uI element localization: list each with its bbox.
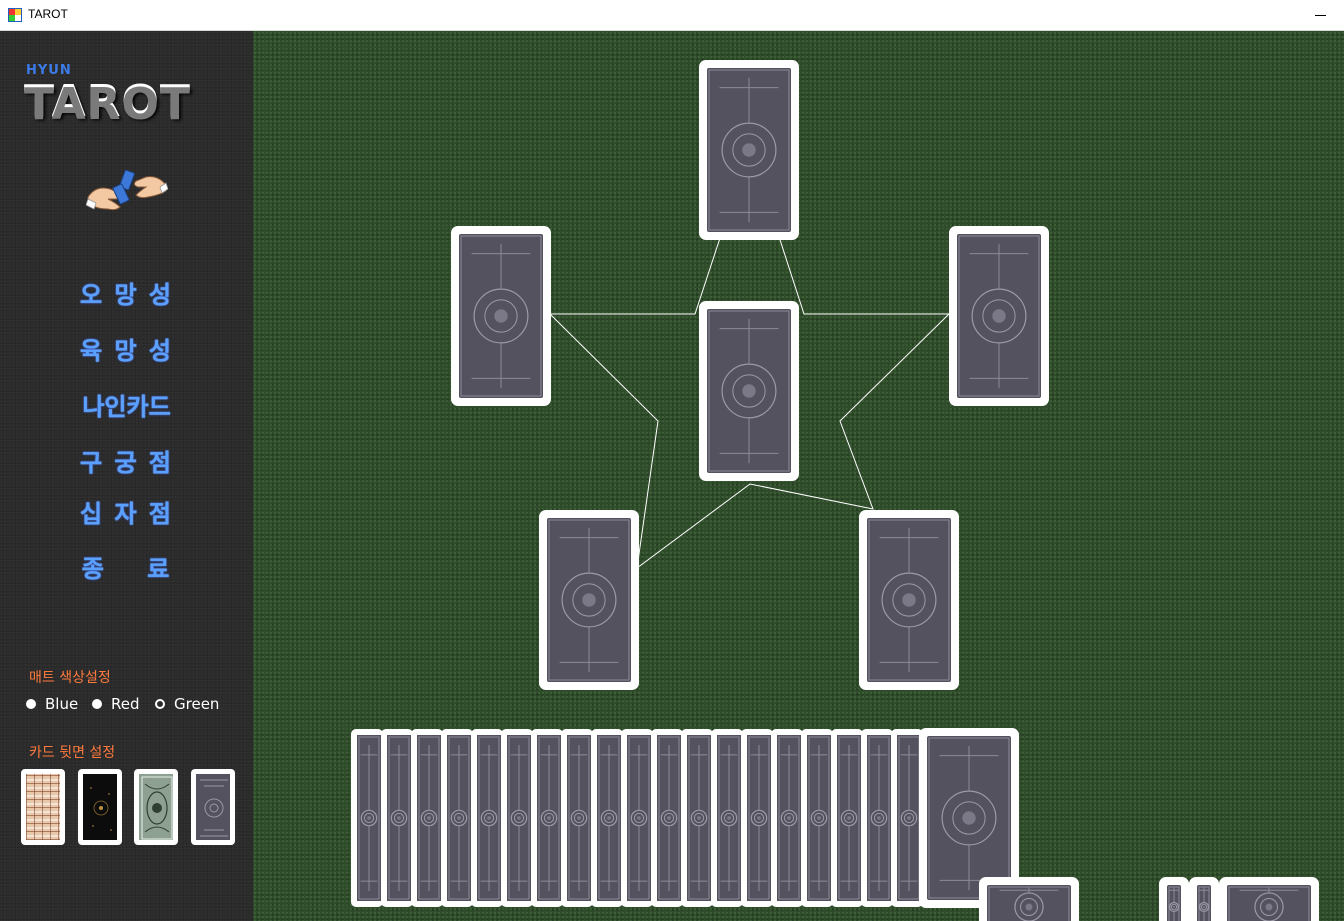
spread-card-bottom-right[interactable]	[859, 510, 959, 690]
card-back-pattern	[777, 735, 801, 901]
card-back-pattern	[1167, 885, 1181, 921]
card-back-pattern	[837, 735, 861, 901]
ornate-pattern-icon	[200, 779, 228, 837]
deck-card[interactable]	[621, 729, 653, 907]
radio-dot-selected	[155, 699, 165, 709]
star-pattern-icon	[90, 787, 112, 831]
partial-card[interactable]	[1219, 877, 1319, 921]
deck-card[interactable]	[651, 729, 683, 907]
deck-card[interactable]	[561, 729, 593, 907]
card-back-pattern	[927, 736, 1011, 900]
card-back-pattern	[1197, 885, 1211, 921]
spread-card-left[interactable]	[451, 226, 551, 406]
minimize-icon	[1315, 15, 1326, 16]
deck-card[interactable]	[741, 729, 773, 907]
partial-card[interactable]	[1189, 877, 1219, 921]
logo-subtitle: HYUN	[26, 63, 72, 78]
card-back-pattern	[707, 309, 791, 473]
deck-card[interactable]	[831, 729, 863, 907]
minimize-button[interactable]	[1298, 0, 1344, 31]
card-back-green-ornate[interactable]	[134, 769, 178, 845]
card-back-pattern	[707, 68, 791, 232]
deck-card[interactable]	[411, 729, 443, 907]
spread-card-bottom-left[interactable]	[539, 510, 639, 690]
menu-nine-palace[interactable]: 구 궁 점	[0, 443, 253, 478]
card-back-plaid[interactable]	[21, 769, 65, 845]
card-back-pattern	[717, 735, 741, 901]
radio-label: Green	[174, 695, 220, 713]
card-back-pattern	[417, 735, 441, 901]
menu-cross[interactable]: 십 자 점	[0, 494, 253, 529]
card-back-pattern	[627, 735, 651, 901]
deck-card[interactable]	[351, 729, 383, 907]
card-back-pattern	[447, 735, 471, 901]
deck-card[interactable]	[861, 729, 893, 907]
menu-pentagram[interactable]: 오 망 성	[0, 275, 253, 310]
deck-card[interactable]	[801, 729, 833, 907]
card-back-pattern	[987, 885, 1071, 921]
card-hands-icon	[86, 169, 168, 211]
spread-card-center[interactable]	[699, 301, 799, 481]
radio-dot	[26, 699, 36, 709]
card-back-pattern	[567, 735, 591, 901]
tarot-mat	[253, 31, 1344, 921]
card-back-pattern	[687, 735, 711, 901]
ornate-pattern-icon	[141, 776, 173, 840]
deck-card[interactable]	[501, 729, 533, 907]
mat-color-label: 매트 색상설정	[29, 670, 111, 686]
menu-hexagram[interactable]: 육 망 성	[0, 331, 253, 366]
card-back-pattern	[477, 735, 501, 901]
card-back-pattern	[897, 735, 921, 901]
card-back-pattern	[867, 518, 951, 682]
radio-dot	[92, 699, 102, 709]
partial-card[interactable]	[1159, 877, 1189, 921]
deck-card[interactable]	[471, 729, 503, 907]
deck-card[interactable]	[381, 729, 413, 907]
card-back-pattern	[807, 735, 831, 901]
deck-card[interactable]	[711, 729, 743, 907]
window-title-bar: TAROT	[0, 0, 1344, 31]
card-back-pattern	[387, 735, 411, 901]
card-back-pattern	[537, 735, 561, 901]
card-back-pattern	[1227, 885, 1311, 921]
radio-label: Red	[111, 695, 140, 713]
card-back-pattern	[867, 735, 891, 901]
deck-card[interactable]	[531, 729, 563, 907]
card-back-black[interactable]	[78, 769, 122, 845]
card-back-gray-ornate[interactable]	[191, 769, 235, 845]
deck-card[interactable]	[771, 729, 803, 907]
card-back-pattern	[657, 735, 681, 901]
radio-label: Blue	[45, 695, 79, 713]
window-title: TAROT	[28, 7, 68, 21]
card-back-pattern	[957, 234, 1041, 398]
deck-card[interactable]	[591, 729, 623, 907]
menu-nine-card[interactable]: 나인카드	[0, 387, 253, 422]
app-icon	[8, 8, 22, 22]
card-back-pattern	[459, 234, 543, 398]
menu-exit[interactable]: 종 료	[0, 549, 253, 584]
partial-card[interactable]	[979, 877, 1079, 921]
deck-card[interactable]	[681, 729, 713, 907]
card-back-pattern	[547, 518, 631, 682]
card-back-pattern	[747, 735, 771, 901]
card-back-pattern	[357, 735, 381, 901]
card-back-pattern	[507, 735, 531, 901]
deck-card[interactable]	[441, 729, 473, 907]
spread-card-top[interactable]	[699, 60, 799, 240]
card-back-label: 카드 뒷면 설정	[29, 745, 116, 761]
logo-title: TAROT	[24, 77, 191, 128]
spread-card-right[interactable]	[949, 226, 1049, 406]
card-back-pattern	[597, 735, 621, 901]
sidebar: HYUN TAROT 오 망 성 육 망 성 나인카드 구 궁 점 십 자 점 …	[0, 31, 253, 921]
